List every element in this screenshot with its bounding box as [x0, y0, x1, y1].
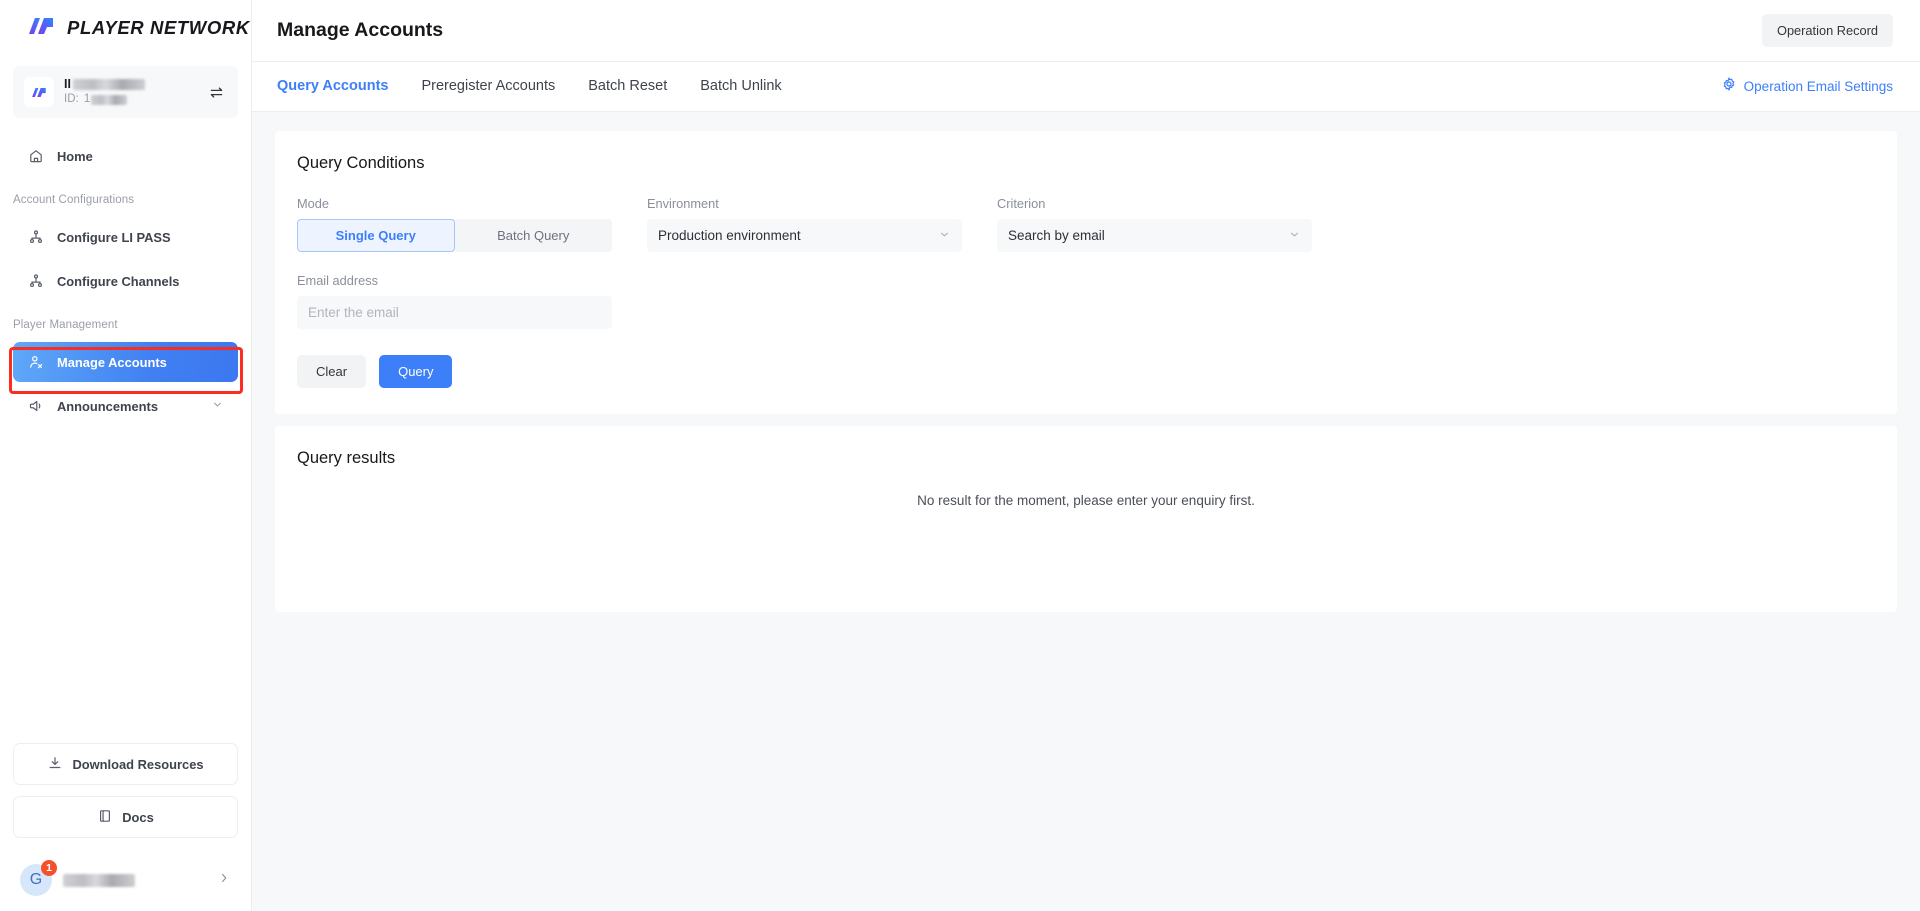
account-id: ID: 1: [64, 92, 195, 107]
chevron-down-icon: [938, 228, 951, 244]
app-root: PLAYER NETWORK II ID: 1: [0, 0, 1920, 911]
mode-label: Mode: [297, 196, 612, 211]
sidebar-item-configure-li-pass[interactable]: Configure LI PASS: [13, 217, 238, 257]
tab-query-accounts[interactable]: Query Accounts: [277, 62, 388, 111]
brand[interactable]: PLAYER NETWORK: [0, 0, 251, 56]
megaphone-icon: [27, 398, 44, 415]
empty-state-message: No result for the moment, please enter y…: [297, 493, 1875, 508]
download-resources-label: Download Resources: [72, 757, 203, 772]
main-area: Manage Accounts Operation Record Query A…: [252, 0, 1920, 911]
home-icon: [27, 148, 44, 165]
sidebar-item-home[interactable]: Home: [13, 136, 238, 176]
email-address-field: Email address Enter the email: [297, 273, 612, 329]
email-address-label: Email address: [297, 273, 612, 288]
mode-option-batch-query[interactable]: Batch Query: [455, 219, 613, 252]
docs-button[interactable]: Docs: [13, 796, 238, 838]
download-resources-button[interactable]: Download Resources: [13, 743, 238, 785]
tab-preregister-accounts[interactable]: Preregister Accounts: [421, 62, 555, 111]
criterion-field: Criterion Search by email: [997, 196, 1312, 252]
environment-label: Environment: [647, 196, 962, 211]
download-icon: [47, 755, 63, 774]
query-conditions-card: Query Conditions Mode Single Query Batch…: [275, 131, 1897, 414]
query-actions: Clear Query: [297, 355, 1875, 388]
avatar-letter: G: [30, 871, 42, 889]
sidebar: PLAYER NETWORK II ID: 1: [0, 0, 252, 911]
brand-name: PLAYER NETWORK: [67, 17, 250, 39]
sidebar-item-manage-accounts[interactable]: Manage Accounts: [13, 342, 238, 382]
chevron-down-icon: [1288, 228, 1301, 244]
redacted-user-name: [63, 874, 135, 887]
docs-label: Docs: [122, 810, 154, 825]
email-input[interactable]: Enter the email: [297, 296, 612, 329]
mode-option-single-query[interactable]: Single Query: [297, 219, 455, 252]
redacted-account-name: [73, 79, 145, 90]
chevron-down-icon[interactable]: [211, 398, 224, 414]
sidebar-item-announcements[interactable]: Announcements: [13, 386, 238, 426]
environment-value: Production environment: [658, 228, 801, 243]
query-results-title: Query results: [297, 449, 1875, 468]
content: Query Conditions Mode Single Query Batch…: [252, 112, 1920, 911]
gear-icon: [1721, 76, 1737, 97]
user-profile-row[interactable]: G 1: [13, 849, 238, 911]
page-title: Manage Accounts: [277, 19, 443, 42]
account-text: II ID: 1: [64, 77, 195, 107]
book-icon: [97, 808, 113, 827]
sidebar-section-account-configurations: Account Configurations: [0, 180, 251, 213]
sidebar-item-label: Announcements: [57, 399, 158, 414]
sidebar-item-label: Home: [57, 149, 93, 164]
criterion-select[interactable]: Search by email: [997, 219, 1312, 252]
environment-field: Environment Production environment: [647, 196, 962, 252]
operation-email-settings-button[interactable]: Operation Email Settings: [1721, 76, 1893, 97]
sidebar-item-configure-channels[interactable]: Configure Channels: [13, 261, 238, 301]
query-fields-row-1: Mode Single Query Batch Query Environmen…: [297, 196, 1875, 252]
criterion-value: Search by email: [1008, 228, 1105, 243]
avatar: G 1: [20, 864, 52, 896]
sitemap-icon: [27, 229, 44, 246]
sidebar-item-label: Configure Channels: [57, 274, 179, 289]
tab-batch-reset[interactable]: Batch Reset: [588, 62, 667, 111]
query-results-card: Query results No result for the moment, …: [275, 426, 1897, 612]
sidebar-item-label: Manage Accounts: [57, 355, 167, 370]
mode-field: Mode Single Query Batch Query: [297, 196, 612, 252]
clear-button[interactable]: Clear: [297, 355, 366, 388]
notification-badge: 1: [41, 860, 57, 876]
sidebar-section-player-management: Player Management: [0, 305, 251, 338]
user-settings-icon: [27, 354, 44, 371]
operation-email-settings-label: Operation Email Settings: [1744, 79, 1893, 94]
sidebar-item-label: Configure LI PASS: [57, 230, 171, 245]
mode-segmented-control: Single Query Batch Query: [297, 219, 612, 252]
player-network-logo-icon: [27, 16, 57, 41]
sidebar-bottom: Download Resources Docs G 1: [0, 743, 251, 911]
query-conditions-title: Query Conditions: [297, 154, 1875, 173]
topbar: Manage Accounts Operation Record: [252, 0, 1920, 62]
criterion-label: Criterion: [997, 196, 1312, 211]
redacted-account-id: [91, 95, 127, 105]
sitemap-icon: [27, 273, 44, 290]
query-fields-row-2: Email address Enter the email: [297, 273, 1875, 329]
sidebar-nav: Home Account Configurations Configure LI…: [0, 132, 251, 430]
topbar-actions: Operation Record: [1762, 14, 1893, 47]
account-switcher-card[interactable]: II ID: 1: [13, 66, 238, 118]
swap-horizontal-icon[interactable]: [205, 81, 227, 103]
account-name: II: [64, 77, 195, 92]
query-button[interactable]: Query: [379, 355, 452, 388]
operation-record-button[interactable]: Operation Record: [1762, 14, 1893, 47]
environment-select[interactable]: Production environment: [647, 219, 962, 252]
tab-batch-unlink[interactable]: Batch Unlink: [700, 62, 781, 111]
account-logo-icon: [24, 77, 54, 107]
chevron-right-icon[interactable]: [217, 871, 231, 890]
tabbar: Query Accounts Preregister Accounts Batc…: [252, 62, 1920, 112]
